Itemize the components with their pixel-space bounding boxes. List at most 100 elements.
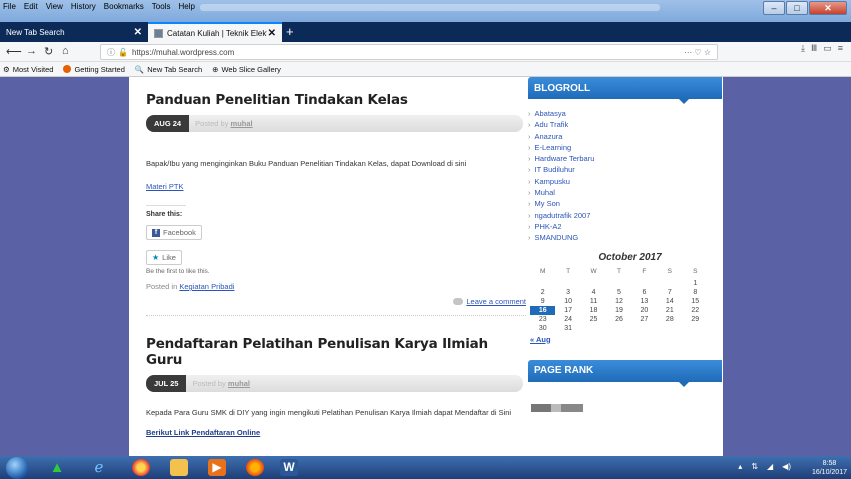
category-link[interactable]: Kegiatan Pribadi	[179, 282, 234, 291]
post-body: Kepada Para Guru SMK di DIY yang ingin m…	[146, 408, 512, 417]
menu-history[interactable]: History	[70, 2, 97, 13]
calendar-day: 22	[691, 306, 700, 314]
menu-help[interactable]: Help	[177, 2, 195, 13]
blogroll-item[interactable]: PHK-A2	[528, 221, 722, 232]
chrome-icon[interactable]	[132, 459, 150, 476]
android-studio-icon[interactable]: ▲	[48, 459, 66, 476]
calendar-day: 7	[667, 288, 672, 296]
calendar-day: 21	[665, 306, 674, 314]
back-arrow-icon[interactable]: ⟵	[6, 45, 22, 58]
sidebar-icon[interactable]: ▭	[823, 43, 832, 54]
blogroll-item[interactable]: ngadutrafik 2007	[528, 210, 722, 221]
maximize-button[interactable]: □	[786, 1, 808, 15]
media-player-icon[interactable]: ▶	[208, 459, 226, 476]
tab-new-tab-search[interactable]: New Tab Search ✕	[0, 22, 148, 42]
registration-link[interactable]: Berikut Link Pendaftaran Online	[146, 428, 526, 437]
pagerank-badge-image[interactable]	[531, 403, 583, 412]
calendar-day: 19	[615, 306, 623, 314]
blogroll-item[interactable]: Abatasya	[528, 108, 722, 119]
info-icon[interactable]: ⓘ	[107, 47, 115, 58]
calendar-day	[683, 324, 708, 333]
blogroll-item[interactable]: Muhal	[528, 187, 722, 198]
url-bar[interactable]: ⓘ 🔓 https://muhal.wordpress.com ··· ♡ ☆	[100, 44, 718, 60]
forward-arrow-icon[interactable]: →	[26, 45, 37, 57]
downloads-icon[interactable]: ⤓	[801, 43, 805, 54]
materi-ptk-link[interactable]: Materi PTK	[146, 182, 526, 191]
calendar-prev-link[interactable]: « Aug	[530, 335, 722, 344]
sidebar: BLOGROLL Abatasya Adu Trafik Anazura E-L…	[528, 77, 722, 412]
menu-file[interactable]: File	[2, 2, 17, 13]
reload-icon[interactable]: ↻	[44, 45, 53, 58]
post-title[interactable]: Pendaftaran Pelatihan Penulisan Karya Il…	[146, 336, 526, 368]
tray-arrow-icon[interactable]: ▴	[738, 462, 742, 471]
bookmark-new-tab-search[interactable]: 🔍 New Tab Search	[135, 65, 202, 74]
menu-view[interactable]: View	[45, 2, 64, 13]
blogroll-item[interactable]: E-Learning	[528, 142, 722, 153]
calendar-day: 20	[640, 306, 649, 314]
like-note: Be the first to like this.	[146, 268, 210, 275]
blogroll-item[interactable]: My Son	[528, 198, 722, 209]
bookmark-most-visited[interactable]: ⚙ Most Visited	[3, 65, 53, 74]
calendar-day: 8	[693, 288, 698, 296]
window-controls: – □ ✕	[763, 1, 847, 15]
internet-explorer-icon[interactable]: ℯ	[90, 459, 108, 476]
calendar-day: 18	[589, 306, 598, 314]
calendar-day	[632, 279, 657, 288]
home-icon[interactable]: ⌂	[62, 45, 69, 57]
new-tab-plus-icon[interactable]: +	[286, 24, 294, 39]
network-icon[interactable]: ⇅	[751, 462, 758, 471]
blogroll-title: BLOGROLL	[528, 77, 722, 104]
calendar-day: 23	[538, 315, 547, 323]
like-button[interactable]: ★ Like	[146, 250, 182, 265]
blogroll-item[interactable]: Kampusku	[528, 176, 722, 187]
leave-comment-link[interactable]: Leave a comment	[453, 297, 526, 306]
calendar-day: 29	[691, 315, 700, 323]
firefox-taskbar-icon[interactable]	[246, 459, 264, 476]
bookmarks-bar: ⚙ Most Visited Getting Started 🔍 New Tab S…	[0, 62, 851, 77]
word-icon[interactable]: W	[280, 459, 298, 476]
bookmark-web-slice-gallery[interactable]: ⊕ Web Slice Gallery	[212, 65, 281, 74]
close-tab-icon[interactable]: ✕	[268, 28, 276, 39]
bookmark-getting-started[interactable]: Getting Started	[63, 65, 125, 74]
menu-bookmarks[interactable]: Bookmarks	[103, 2, 145, 13]
close-tab-icon[interactable]: ✕	[134, 27, 142, 38]
calendar-day	[581, 324, 606, 333]
tab-catatan-kuliah[interactable]: Catatan Kuliah | Teknik Elektro ✕	[148, 22, 282, 42]
calendar-day-header: M	[540, 268, 546, 276]
calendar-day: 26	[615, 315, 623, 323]
author-link[interactable]: muhal	[231, 119, 253, 128]
bookmark-star-icon[interactable]: ☆	[704, 48, 711, 57]
close-window-button[interactable]: ✕	[809, 1, 847, 15]
start-button[interactable]	[6, 457, 28, 479]
signal-icon[interactable]: ◢	[767, 462, 773, 471]
minimize-button[interactable]: –	[763, 1, 785, 15]
author-link[interactable]: muhal	[228, 379, 250, 388]
calendar-day: 5	[617, 288, 621, 296]
calendar-day	[555, 279, 580, 288]
blogroll-item[interactable]: Anazura	[528, 131, 722, 142]
calendar-day	[606, 324, 631, 333]
blogroll-item[interactable]: SMANDUNG	[528, 232, 722, 243]
page-actions-icon[interactable]: ···	[684, 48, 692, 57]
clock[interactable]: 8:58 16/10/2017	[812, 459, 847, 477]
menu-hamburger-icon[interactable]: ≡	[838, 43, 843, 54]
calendar-week: 23 24 25 26 27 28 29	[530, 315, 708, 324]
file-explorer-icon[interactable]	[170, 459, 188, 476]
volume-icon[interactable]: ◀)	[782, 462, 791, 471]
calendar-day	[657, 324, 682, 333]
windows-taskbar: ▲ ℯ ▶ W ▴ ⇅ ◢ ◀) 8:58 16/10/2017	[0, 456, 851, 479]
blogroll-item[interactable]: IT Budiluhur	[528, 164, 722, 175]
blogroll-item[interactable]: Hardware Terbaru	[528, 153, 722, 164]
calendar-week: 30 31	[530, 324, 708, 333]
calendar-day: 6	[642, 288, 647, 296]
calendar-day: 4	[591, 288, 596, 296]
menu-edit[interactable]: Edit	[23, 2, 39, 13]
menu-tools[interactable]: Tools	[151, 2, 172, 13]
share-facebook-button[interactable]: f Facebook	[146, 225, 202, 240]
library-icon[interactable]: Ⅲ	[811, 43, 817, 54]
navigation-bar: ⟵ → ↻ ⌂ ⓘ 🔓 https://muhal.wordpress.com …	[0, 42, 851, 62]
pocket-icon[interactable]: ♡	[694, 48, 701, 57]
lock-warning-icon[interactable]: 🔓	[118, 48, 128, 57]
blogroll-item[interactable]: Adu Trafik	[528, 119, 722, 130]
post-title[interactable]: Panduan Penelitian Tindakan Kelas	[146, 92, 526, 108]
